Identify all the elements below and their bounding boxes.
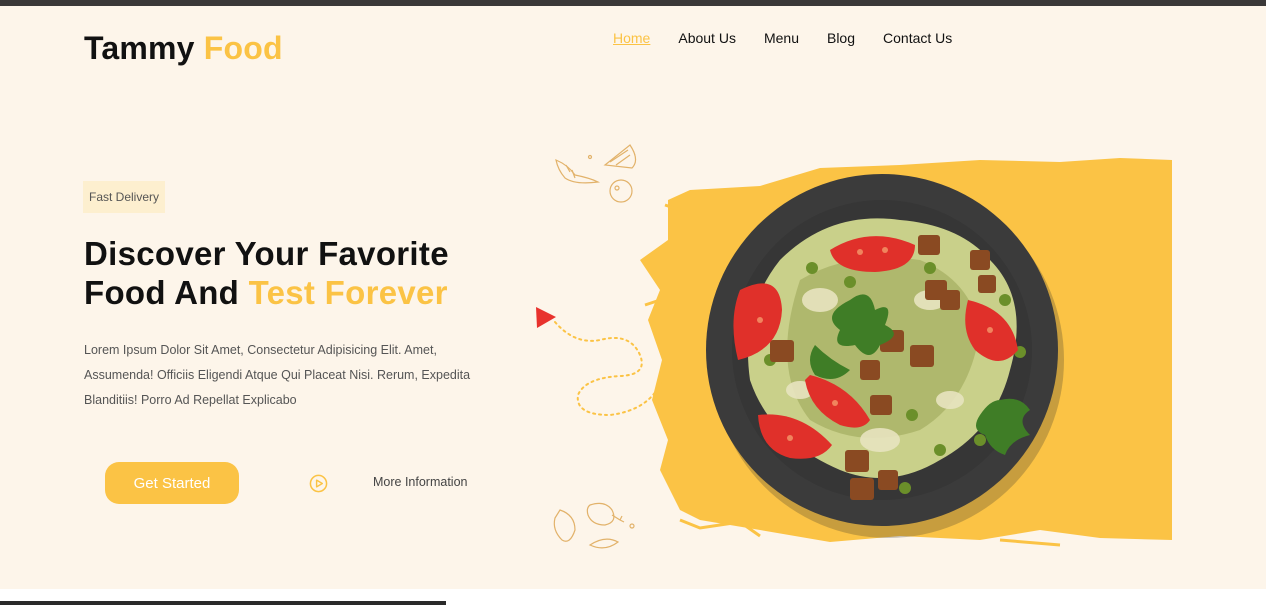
get-started-button[interactable]: Get Started xyxy=(105,462,239,504)
dotted-trail xyxy=(554,321,663,417)
top-border xyxy=(0,0,1266,6)
headline-line-1: Discover Your Favorite xyxy=(84,235,449,272)
brand-accent-name: Food xyxy=(203,30,283,66)
doodle-ball xyxy=(609,179,633,203)
play-circle-icon[interactable] xyxy=(309,474,328,493)
hero-food-illustration xyxy=(536,144,1172,549)
doodle-chicken xyxy=(586,502,615,526)
doodle-pepper xyxy=(553,509,576,542)
hero-headline: Discover Your Favorite Food And Test For… xyxy=(84,234,449,312)
nav-item-contact-us[interactable]: Contact Us xyxy=(883,30,952,46)
fast-delivery-badge: Fast Delivery xyxy=(83,181,166,213)
headline-line-2-plain: Food And xyxy=(84,274,240,311)
nav-item-home[interactable]: Home xyxy=(613,30,650,46)
nav-item-about-us[interactable]: About Us xyxy=(678,30,736,46)
doodle-leaf xyxy=(588,538,620,549)
brand-logo[interactable]: Tammy Food xyxy=(84,30,283,67)
hero-description: Lorem Ipsum Dolor Sit Amet, Consectetur … xyxy=(84,343,471,407)
more-information-link[interactable]: More Information xyxy=(373,475,467,489)
nav-item-menu[interactable]: Menu xyxy=(764,30,799,46)
main-nav: Home About Us Menu Blog Contact Us xyxy=(613,30,980,46)
doodle-carrot xyxy=(555,159,601,184)
brand-name: Tammy xyxy=(84,30,195,66)
doodle-lemon xyxy=(603,144,637,169)
headline-line-2-accent: Test Forever xyxy=(248,274,448,311)
nav-item-blog[interactable]: Blog xyxy=(827,30,855,46)
red-arrow-icon xyxy=(536,307,556,328)
horizontal-scrollbar[interactable] xyxy=(0,601,446,605)
